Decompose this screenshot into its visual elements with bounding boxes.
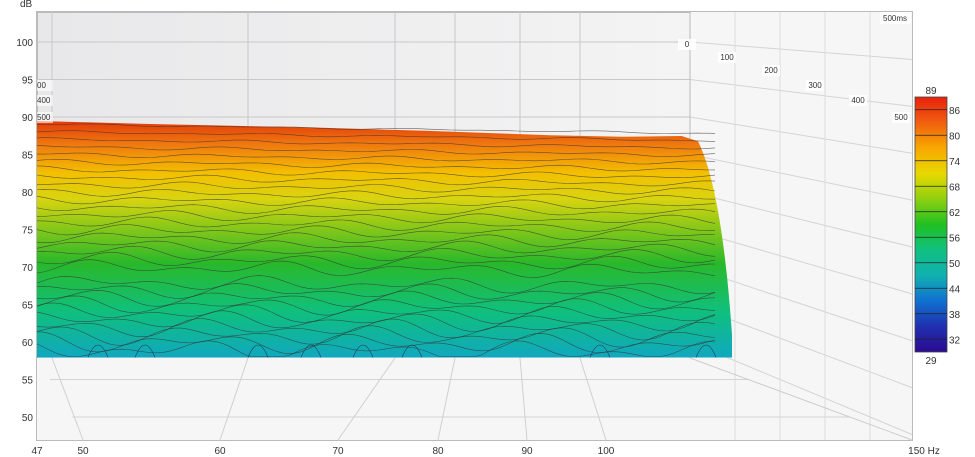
colorbar-tick-label: 50: [949, 259, 961, 270]
colorbar-min-label: 29: [925, 356, 937, 367]
x-tick-label: 100: [598, 446, 615, 457]
colorbar-tick-label: 74: [949, 157, 961, 168]
colorbar-tick-label: 86: [949, 106, 961, 117]
waterfall-chart: dB 100 95 90 85 80 75 70 65 60 55 50 47 50 60 70 80 90 100…: [16, 0, 961, 457]
y-axis-label: dB: [20, 0, 33, 10]
y-tick-label: 95: [22, 76, 34, 87]
time-edge-label: 00: [37, 81, 46, 90]
y-tick-label: 70: [22, 263, 34, 274]
time-tick-label: 200: [764, 66, 778, 75]
x-tick-label: 150 Hz: [908, 446, 940, 457]
colorbar-tick-label: 38: [949, 310, 961, 321]
y-tick-label: 50: [22, 413, 34, 424]
time-tick-label: 100: [720, 53, 734, 62]
colorbar-max-label: 89: [925, 86, 937, 97]
time-max-label: 500ms: [883, 14, 907, 23]
colorbar-tick-label: 80: [949, 131, 961, 142]
time-tick-label: 500: [894, 113, 908, 122]
time-tick-label: 300: [808, 81, 822, 90]
waterfall-surface: [36, 121, 732, 358]
colorbar-tick-label: 68: [949, 182, 961, 193]
y-tick-label: 85: [22, 151, 34, 162]
x-tick-label: 70: [332, 446, 344, 457]
time-tick-label: 400: [851, 96, 865, 105]
y-tick-label: 100: [16, 38, 33, 49]
y-tick-label: 75: [22, 226, 34, 237]
colorbar-tick-label: 32: [949, 335, 961, 346]
colorbar-tick-label: 62: [949, 208, 961, 219]
time-edge-label: 500: [37, 113, 51, 122]
y-tick-label: 80: [22, 188, 34, 199]
x-tick-label: 90: [521, 446, 533, 457]
y-tick-label: 60: [22, 338, 34, 349]
time-tick-label: 0: [685, 40, 690, 49]
colorbar: 89 29 86 80 74 68 62 56 50 44 38 32: [914, 86, 961, 367]
colorbar-tick-label: 44: [949, 284, 961, 295]
y-tick-label: 65: [22, 301, 34, 312]
x-tick-label: 47: [31, 446, 43, 457]
y-tick-label: 90: [22, 113, 34, 124]
colorbar-tick-label: 56: [949, 233, 961, 244]
x-tick-label: 80: [432, 446, 444, 457]
y-tick-label: 55: [22, 376, 34, 387]
time-edge-label: 400: [37, 96, 51, 105]
x-tick-label: 60: [214, 446, 226, 457]
x-tick-label: 50: [77, 446, 89, 457]
